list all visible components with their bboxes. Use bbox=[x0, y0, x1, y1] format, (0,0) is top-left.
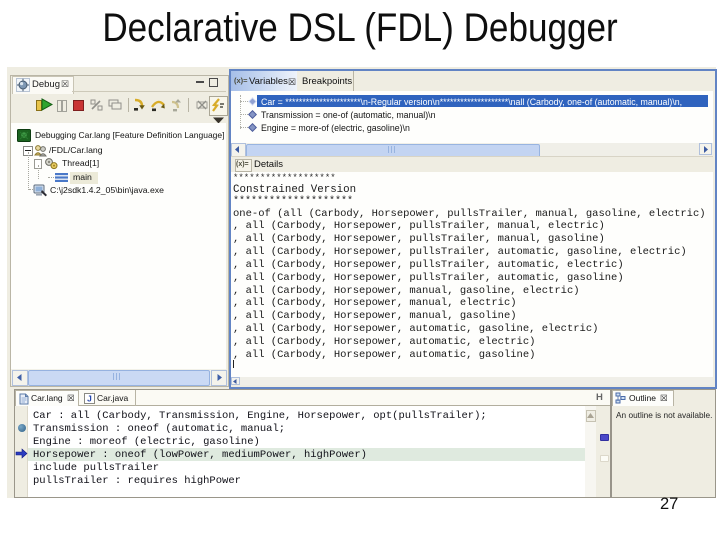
svg-text:J: J bbox=[87, 393, 92, 403]
